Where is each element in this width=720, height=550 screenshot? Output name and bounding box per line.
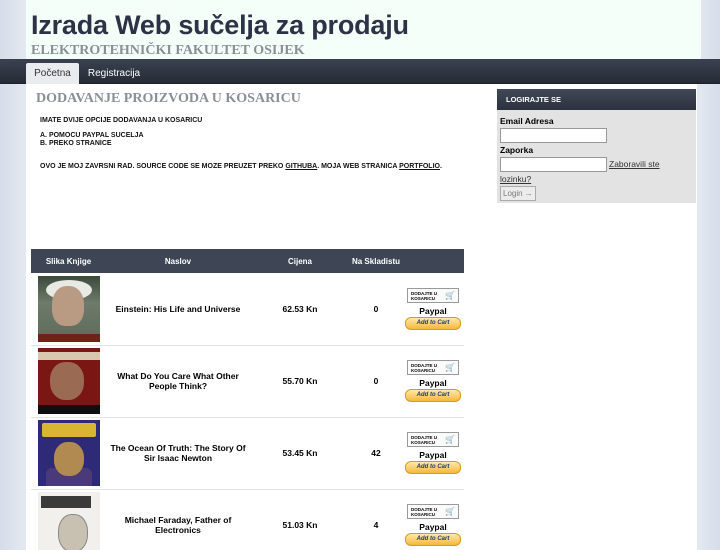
- book-title: What Do You Care What Other People Think…: [106, 345, 250, 418]
- header-price: Cijena: [287, 256, 312, 266]
- forgot-password-link-continued[interactable]: lozinku?: [500, 174, 531, 184]
- add-to-cart-label: DODAJTE U KOSARICU: [411, 435, 438, 445]
- portfolio-link[interactable]: PORTFOLIO: [399, 163, 440, 170]
- paypal-label: Paypal: [419, 522, 447, 532]
- book-price: 53.45 Kn: [250, 417, 350, 490]
- book-image-cell: [31, 489, 106, 550]
- note-prefix: OVO JE MOJ ZAVRSNI RAD. SOURCE CODE SE M…: [40, 163, 284, 170]
- book-stock: 0: [350, 345, 402, 418]
- intro-line: IMATE DVIJE OPCIJE DODAVANJA U KOSARICU: [40, 117, 203, 124]
- forgot-password-link[interactable]: Zaboravili ste: [609, 159, 660, 169]
- add-to-cart-label: DODAJTE U KOSARICU: [411, 363, 438, 373]
- paypal-label: Paypal: [419, 450, 447, 460]
- add-to-cart-button[interactable]: DODAJTE U KOSARICU 🛒: [407, 432, 459, 447]
- book-title: Michael Faraday, Father of Electronics: [106, 489, 250, 550]
- login-button[interactable]: Login →: [500, 186, 536, 201]
- book-cover-image: [37, 420, 100, 486]
- book-cover-image: [37, 348, 100, 414]
- book-image-cell: [31, 273, 106, 346]
- site-title: Izrada Web sučelja za prodaju: [31, 10, 409, 40]
- paypal-add-to-cart-button[interactable]: Add to Cart: [405, 316, 461, 330]
- paypal-label: Paypal: [419, 305, 447, 316]
- table-row: Michael Faraday, Father of Electronics 5…: [31, 489, 464, 550]
- page-heading: DODAVANJE PROIZVODA U KOSARICU: [36, 91, 301, 106]
- table-header-row: Slika Knjige Naslov Cijena Na Skladistu: [31, 249, 464, 273]
- book-stock: 4: [350, 489, 402, 550]
- tab-registracija[interactable]: Registracija: [84, 63, 144, 84]
- book-actions: DODAJTE U KOSARICU 🛒 Paypal Add to Cart: [402, 345, 464, 418]
- book-stock: 42: [350, 417, 402, 490]
- cart-icon: 🛒: [445, 507, 455, 516]
- book-price: 62.53 Kn: [250, 273, 350, 346]
- note-middle: . MOJA WEB STRANICA: [317, 163, 398, 170]
- book-image-cell: [31, 345, 106, 418]
- login-title: LOGIRAJTE SE: [497, 89, 696, 110]
- book-image-cell: [31, 417, 106, 490]
- github-link[interactable]: GITHUBA: [285, 163, 317, 170]
- site-header: Izrada Web sučelja za prodaju ELEKTROTEH…: [26, 0, 701, 59]
- product-table: Slika Knjige Naslov Cijena Na Skladistu …: [31, 249, 464, 550]
- table-row: The Ocean Of Truth: The Story Of Sir Isa…: [31, 417, 464, 490]
- cart-icon: 🛒: [445, 290, 455, 300]
- header-actions: [402, 249, 464, 273]
- book-price: 51.03 Kn: [250, 489, 350, 550]
- password-field[interactable]: [500, 157, 607, 172]
- project-note: OVO JE MOJ ZAVRSNI RAD. SOURCE CODE SE M…: [40, 162, 442, 171]
- book-actions: DODAJTE U KOSARICU 🛒 Paypal Add to Cart: [402, 417, 464, 490]
- cart-icon: 🛒: [445, 435, 455, 444]
- nav-bar: Početna Registracija: [0, 59, 720, 84]
- login-box: LOGIRAJTE SE Email Adresa Zaporka Zabora…: [497, 89, 696, 203]
- book-title: The Ocean Of Truth: The Story Of Sir Isa…: [106, 417, 250, 490]
- paypal-label: Paypal: [419, 378, 447, 388]
- tab-pocetna[interactable]: Početna: [26, 63, 79, 84]
- header-title: Naslov: [164, 256, 192, 266]
- add-to-cart-button[interactable]: DODAJTE U KOSARICU 🛒: [407, 504, 459, 519]
- add-to-cart-label: DODAJTE U KOSARICU: [411, 507, 438, 517]
- paypal-add-to-cart-button[interactable]: Add to Cart: [405, 461, 461, 474]
- book-actions: DODAJTE U KOSARICU 🛒 Paypal Add to Cart: [402, 273, 464, 346]
- table-row: What Do You Care What Other People Think…: [31, 345, 464, 418]
- book-actions: DODAJTE U KOSARICU 🛒 Paypal Add to Cart: [402, 489, 464, 550]
- option-b: B. PREKO STRANICE: [40, 140, 112, 147]
- book-cover-image: [37, 275, 100, 342]
- site-subtitle: ELEKTROTEHNIČKI FAKULTET OSIJEK: [31, 43, 305, 58]
- header-stock: Na Skladistu: [351, 256, 400, 266]
- paypal-add-to-cart-button[interactable]: Add to Cart: [405, 389, 461, 402]
- book-stock: 0: [350, 273, 402, 346]
- book-price: 55.70 Kn: [250, 345, 350, 418]
- email-label: Email Adresa: [500, 116, 554, 126]
- add-to-cart-button[interactable]: DODAJTE U KOSARICU 🛒: [407, 287, 459, 303]
- paypal-add-to-cart-button[interactable]: Add to Cart: [405, 533, 461, 546]
- email-field[interactable]: [500, 128, 607, 143]
- book-cover-image: [37, 492, 100, 550]
- password-label: Zaporka: [500, 145, 534, 155]
- book-title: Einstein: His Life and Universe: [106, 273, 250, 346]
- cart-icon: 🛒: [445, 363, 455, 372]
- header-image: Slika Knjige: [45, 256, 92, 266]
- table-row: Einstein: His Life and Universe 62.53 Kn…: [31, 273, 464, 346]
- note-suffix: .: [439, 163, 442, 170]
- add-to-cart-label: DODAJTE U KOSARICU: [411, 290, 438, 301]
- add-to-cart-button[interactable]: DODAJTE U KOSARICU 🛒: [407, 360, 459, 375]
